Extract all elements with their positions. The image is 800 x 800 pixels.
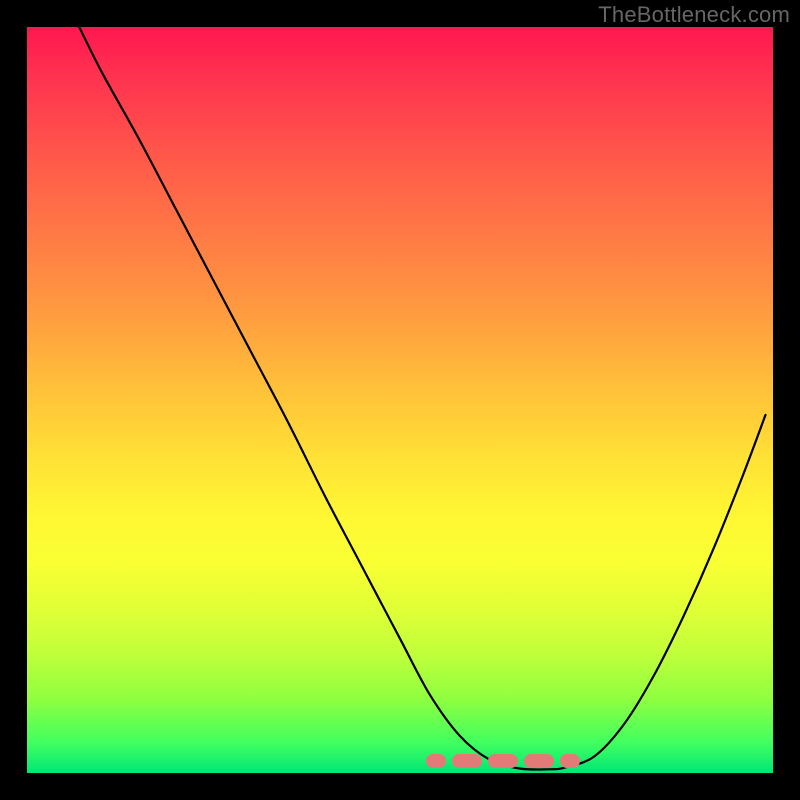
series-curve xyxy=(79,27,765,770)
curve-svg xyxy=(27,27,773,773)
chart-frame: TheBottleneck.com xyxy=(0,0,800,800)
floor-dash-segment xyxy=(426,754,446,768)
floor-dash-segment xyxy=(560,754,580,768)
floor-dash-segment xyxy=(524,754,554,768)
floor-dash-container xyxy=(27,754,773,768)
floor-dash-segment xyxy=(452,754,482,768)
watermark-text: TheBottleneck.com xyxy=(598,2,790,28)
plot-area xyxy=(27,27,773,773)
floor-dash-segment xyxy=(488,754,518,768)
